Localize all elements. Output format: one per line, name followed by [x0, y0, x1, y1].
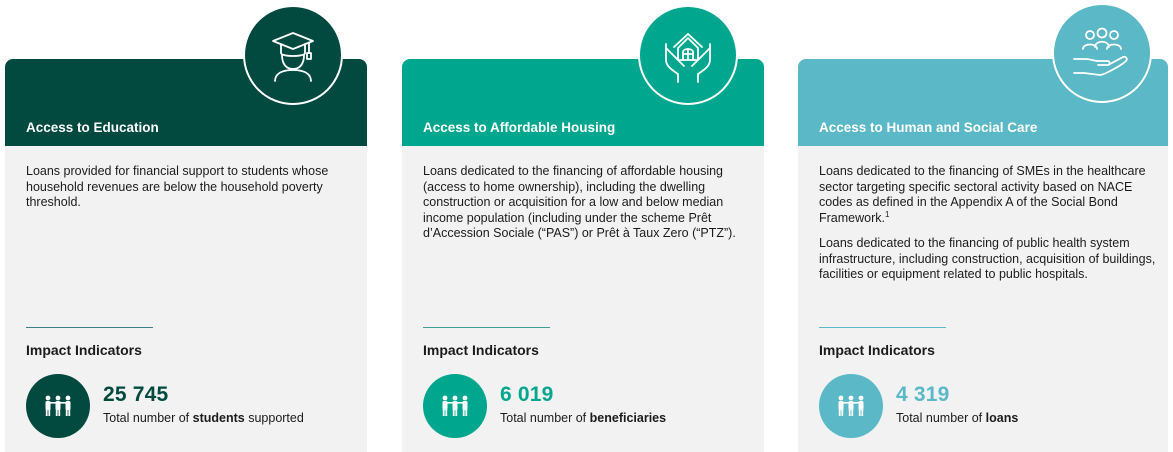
people-icon [26, 374, 90, 438]
card-description: Loans dedicated to the financing of affo… [423, 164, 748, 252]
description-paragraph: Loans dedicated to the financing of affo… [423, 164, 736, 240]
divider [423, 327, 550, 328]
divider [26, 327, 153, 328]
metric-label: Total number of students supported [103, 411, 304, 425]
metric-value: 25 745 [103, 383, 169, 406]
impact-indicators-heading: Impact Indicators [423, 342, 539, 358]
divider [819, 327, 946, 328]
metric-value: 4 319 [896, 383, 950, 406]
description-paragraph: Loans provided for financial support to … [26, 164, 329, 209]
metric-label: Total number of beneficiaries [500, 411, 667, 425]
card-title: Access to Education [26, 120, 159, 135]
footnote-mark: 1 [884, 209, 890, 219]
card-description: Loans dedicated to the financing of SMEs… [819, 164, 1159, 293]
metric-value: 6 019 [500, 383, 554, 406]
card-header: Access to Human and Social Care [798, 3, 1168, 146]
card-header: Access to Affordable Housing [402, 5, 764, 146]
impact-indicators-heading: Impact Indicators [26, 342, 142, 358]
card-header: Access to Education [5, 5, 367, 146]
card-education: Access to Education Loans provided for f… [5, 5, 367, 452]
description-paragraph: Loans dedicated to the financing of SMEs… [819, 164, 1146, 225]
card-title: Access to Human and Social Care [819, 120, 1038, 135]
house-in-hands-icon [638, 5, 738, 105]
card-description: Loans provided for financial support to … [26, 164, 351, 221]
card-social-care: Access to Human and Social Care Loans de… [798, 3, 1168, 452]
people-care-hand-icon [1052, 3, 1152, 103]
social-bond-categories: Access to Education Loans provided for f… [0, 0, 1173, 452]
people-icon [423, 374, 487, 438]
graduate-icon [243, 5, 343, 105]
metric-label: Total number of loans [896, 411, 1019, 425]
impact-indicators-heading: Impact Indicators [819, 342, 935, 358]
people-icon [819, 374, 883, 438]
card-housing: Access to Affordable Housing Loans dedic… [402, 5, 764, 452]
card-title: Access to Affordable Housing [423, 120, 616, 135]
description-paragraph: Loans dedicated to the financing of publ… [819, 236, 1156, 281]
